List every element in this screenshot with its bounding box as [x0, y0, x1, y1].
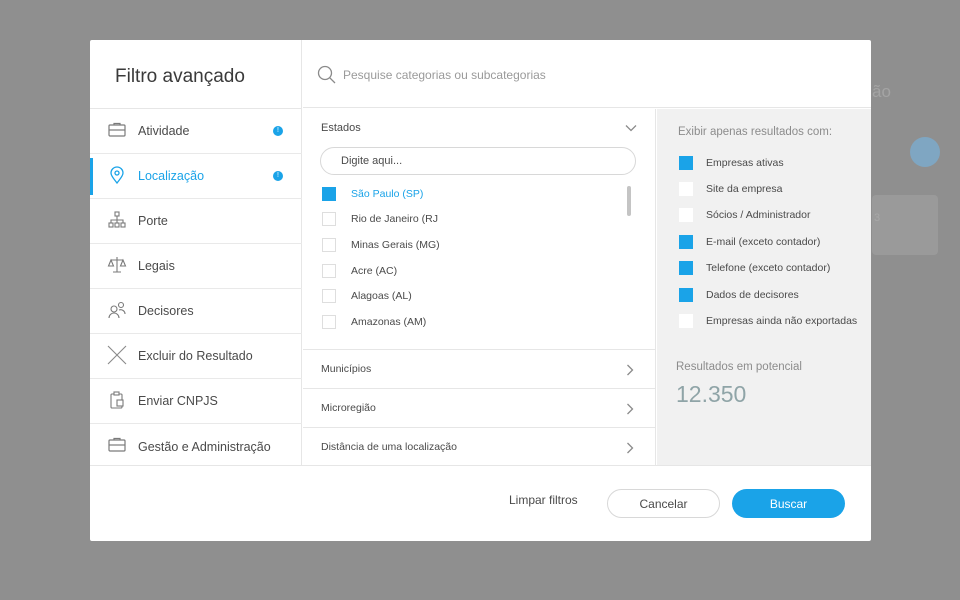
state-option-al[interactable]: Alagoas (AL): [322, 288, 612, 304]
sidebar-item-label: Enviar CNPJS: [138, 394, 218, 408]
option-checkbox[interactable]: [679, 261, 693, 275]
sidebar-item-label: Localização: [138, 169, 205, 183]
sidebar-item-label: Porte: [138, 214, 168, 228]
modal-title: Filtro avançado: [115, 66, 245, 87]
state-label: Rio de Janeiro (RJ: [351, 213, 438, 225]
option-checkbox[interactable]: [679, 156, 693, 170]
search-icon: [317, 65, 336, 84]
option-socios[interactable]: Sócios / Administrador: [679, 207, 869, 223]
accordion-label: Municípios: [321, 363, 372, 375]
option-label: E-mail (exceto contador): [706, 236, 821, 248]
background-text: ão: [872, 82, 891, 101]
option-checkbox[interactable]: [679, 208, 693, 222]
sidebar-item-label: Atividade: [138, 124, 190, 138]
background-card: [872, 195, 938, 255]
org-chart-icon: [108, 211, 126, 228]
state-checkbox[interactable]: [322, 187, 336, 201]
option-site-empresa[interactable]: Site da empresa: [679, 181, 869, 197]
state-label: Acre (AC): [351, 265, 398, 277]
sidebar-item-excluir[interactable]: Excluir do Resultado: [90, 334, 302, 379]
results-label: Resultados em potencial: [676, 361, 802, 373]
option-label: Empresas ativas: [706, 157, 784, 169]
chevron-right-icon: [627, 403, 634, 415]
sidebar-item-label: Gestão e Administração: [138, 439, 271, 454]
clear-filters-button[interactable]: Limpar filtros: [509, 493, 578, 507]
result-options-panel: Exibir apenas resultados com: Empresas a…: [657, 109, 871, 465]
close-icon: [107, 345, 127, 365]
sidebar-item-atividade[interactable]: Atividade !: [90, 109, 302, 154]
category-search-bar: [303, 40, 871, 108]
option-email[interactable]: E-mail (exceto contador): [679, 234, 869, 250]
state-label: Amazonas (AM): [351, 316, 427, 328]
option-label: Dados de decisores: [706, 289, 799, 301]
option-checkbox[interactable]: [679, 235, 693, 249]
estados-header: Estados: [321, 122, 361, 134]
state-checkbox[interactable]: [322, 289, 336, 303]
state-option-rj[interactable]: Rio de Janeiro (RJ: [322, 211, 612, 227]
option-label: Telefone (exceto contador): [706, 262, 831, 274]
state-option-ac[interactable]: Acre (AC): [322, 263, 612, 279]
sidebar-item-badge: !: [273, 126, 283, 136]
accordion-label: Microregião: [321, 402, 376, 414]
accordion-label: Distância de uma localização: [321, 441, 457, 453]
state-checkbox[interactable]: [322, 315, 336, 329]
sidebar-item-label: Legais: [138, 259, 175, 273]
sidebar-item-enviar-cnpjs[interactable]: Enviar CNPJS: [90, 379, 302, 424]
option-telefone[interactable]: Telefone (exceto contador): [679, 260, 869, 276]
advanced-filter-modal: Filtro avançado Atividade ! Localização …: [90, 40, 871, 541]
filter-sidebar: Filtro avançado Atividade ! Localização …: [90, 40, 302, 465]
state-option-am[interactable]: Amazonas (AM): [322, 314, 612, 330]
accordion-distancia[interactable]: Distância de uma localização: [303, 427, 655, 466]
sidebar-item-decisores[interactable]: Decisores: [90, 289, 302, 334]
sidebar-item-localizacao[interactable]: Localização !: [90, 154, 302, 199]
sidebar-item-legais[interactable]: Legais: [90, 244, 302, 289]
result-options-heading: Exibir apenas resultados com:: [678, 126, 833, 138]
state-label: Minas Gerais (MG): [351, 239, 440, 251]
option-empresas-ativas[interactable]: Empresas ativas: [679, 155, 869, 171]
search-button[interactable]: Buscar: [732, 489, 845, 518]
option-checkbox[interactable]: [679, 288, 693, 302]
sidebar-item-label: Excluir do Resultado: [138, 349, 253, 363]
estados-filter-input[interactable]: [320, 147, 636, 175]
background-avatar: [910, 137, 940, 167]
state-checkbox[interactable]: [322, 238, 336, 252]
state-checkbox[interactable]: [322, 212, 336, 226]
briefcase-icon: [108, 437, 126, 452]
accordion-microregiao[interactable]: Microregião: [303, 388, 655, 427]
category-search-input[interactable]: [343, 64, 763, 86]
sidebar-item-gestao[interactable]: Gestão e Administração: [90, 424, 302, 469]
option-checkbox[interactable]: [679, 182, 693, 196]
state-option-sp[interactable]: São Paulo (SP): [322, 186, 612, 202]
state-label: São Paulo (SP): [351, 188, 424, 200]
state-label: Alagoas (AL): [351, 290, 412, 302]
sidebar-item-porte[interactable]: Porte: [90, 199, 302, 244]
sidebar-item-badge: !: [273, 171, 283, 181]
clipboard-icon: [110, 391, 124, 409]
sidebar-item-label: Decisores: [138, 304, 194, 318]
accordion-municipios[interactable]: Municípios: [303, 349, 655, 388]
chevron-down-icon[interactable]: [625, 123, 637, 133]
location-pin-icon: [110, 166, 124, 185]
chevron-right-icon: [627, 442, 634, 454]
results-count: 12.350: [676, 381, 747, 407]
option-label: Empresas ainda não exportadas: [706, 315, 858, 327]
users-icon: [108, 301, 126, 319]
state-checkbox[interactable]: [322, 264, 336, 278]
state-option-mg[interactable]: Minas Gerais (MG): [322, 237, 612, 253]
briefcase-icon: [108, 122, 126, 137]
option-decisores[interactable]: Dados de decisores: [679, 287, 869, 303]
option-checkbox[interactable]: [679, 314, 693, 328]
location-filter-panel: Estados São Paulo (SP) Rio de Janeiro (R…: [303, 109, 656, 465]
option-label: Sócios / Administrador: [706, 209, 811, 221]
cancel-button[interactable]: Cancelar: [607, 489, 720, 518]
estados-scrollbar[interactable]: [627, 186, 631, 216]
background-card-text: 3: [874, 212, 881, 224]
chevron-right-icon: [627, 364, 634, 376]
option-nao-exportadas[interactable]: Empresas ainda não exportadas: [679, 313, 869, 329]
option-label: Site da empresa: [706, 183, 783, 195]
modal-footer: Limpar filtros Cancelar Buscar: [90, 465, 871, 541]
scales-icon: [107, 257, 127, 273]
